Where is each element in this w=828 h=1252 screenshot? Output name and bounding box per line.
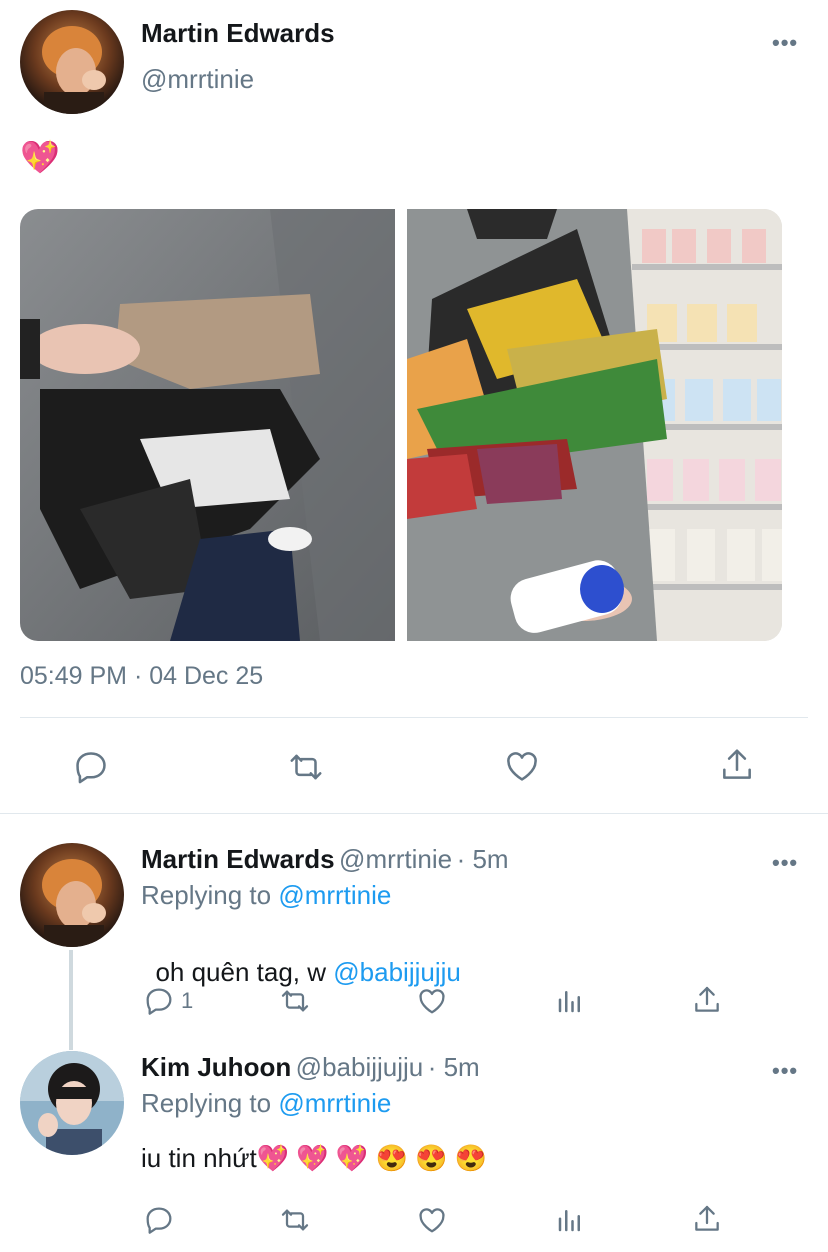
section-separator <box>0 813 828 814</box>
share-icon[interactable] <box>718 746 756 784</box>
like-icon[interactable] <box>415 985 449 1017</box>
tweet-photo-1[interactable] <box>20 209 395 641</box>
analytics-icon[interactable] <box>555 985 585 1017</box>
reply-text: oh quên tag, w @babijjujju <box>141 926 461 988</box>
analytics-icon[interactable] <box>555 1204 585 1236</box>
reply-count: 1 <box>181 988 194 1013</box>
retweet-icon[interactable] <box>278 1204 312 1236</box>
author-name[interactable]: Martin Edwards <box>141 18 335 49</box>
replying-to: Replying to @mrrtinie <box>141 1088 391 1119</box>
author-handle[interactable]: @mrrtinie <box>141 64 254 95</box>
replying-to-label: Replying to <box>141 880 279 910</box>
share-icon[interactable] <box>691 984 723 1016</box>
reply-avatar[interactable] <box>20 1051 124 1155</box>
reply-time: · 5m <box>427 1052 480 1082</box>
author-avatar[interactable] <box>20 10 124 114</box>
mention-link[interactable]: @babijjujju <box>333 957 461 987</box>
reply-author-name[interactable]: Kim Juhoon <box>141 1052 291 1082</box>
reply-text-body: oh quên tag, w <box>155 957 334 987</box>
retweet-icon[interactable] <box>286 748 326 786</box>
more-icon[interactable]: ••• <box>772 30 798 56</box>
replying-to-link[interactable]: @mrrtinie <box>278 880 391 910</box>
reply-icon[interactable] <box>72 748 110 786</box>
tweet-photo-2[interactable] <box>407 209 782 641</box>
replying-to-link[interactable]: @mrrtinie <box>278 1088 391 1118</box>
reply-header: Martin Edwards @mrrtinie · 5m <box>141 844 509 875</box>
more-icon[interactable]: ••• <box>772 1058 798 1084</box>
retweet-icon[interactable] <box>278 985 312 1017</box>
reply-avatar[interactable] <box>20 843 124 947</box>
like-icon[interactable] <box>415 1204 449 1236</box>
more-icon[interactable]: ••• <box>772 850 798 876</box>
reply-author-name[interactable]: Martin Edwards <box>141 844 335 874</box>
reply-text: iu tin nhứt💖 💖 💖 😍 😍 😍 <box>141 1143 488 1173</box>
tweet-timestamp: 05:49 PM · 04 Dec 25 <box>20 662 264 690</box>
reply-author-handle[interactable]: @mrrtinie <box>339 844 452 874</box>
tweet-text: 💖 <box>20 139 60 175</box>
reply-time: · 5m <box>456 844 509 874</box>
reply-icon[interactable] <box>143 985 175 1017</box>
reply-author-handle[interactable]: @babijjujju <box>296 1052 424 1082</box>
replying-to-label: Replying to <box>141 1088 279 1118</box>
reply-icon[interactable] <box>143 1204 175 1236</box>
thread-line <box>69 950 73 1050</box>
reply-header: Kim Juhoon @babijjujju · 5m <box>141 1052 480 1083</box>
share-icon[interactable] <box>691 1203 723 1235</box>
divider <box>20 717 808 718</box>
like-icon[interactable] <box>502 747 542 785</box>
replying-to: Replying to @mrrtinie <box>141 880 391 911</box>
